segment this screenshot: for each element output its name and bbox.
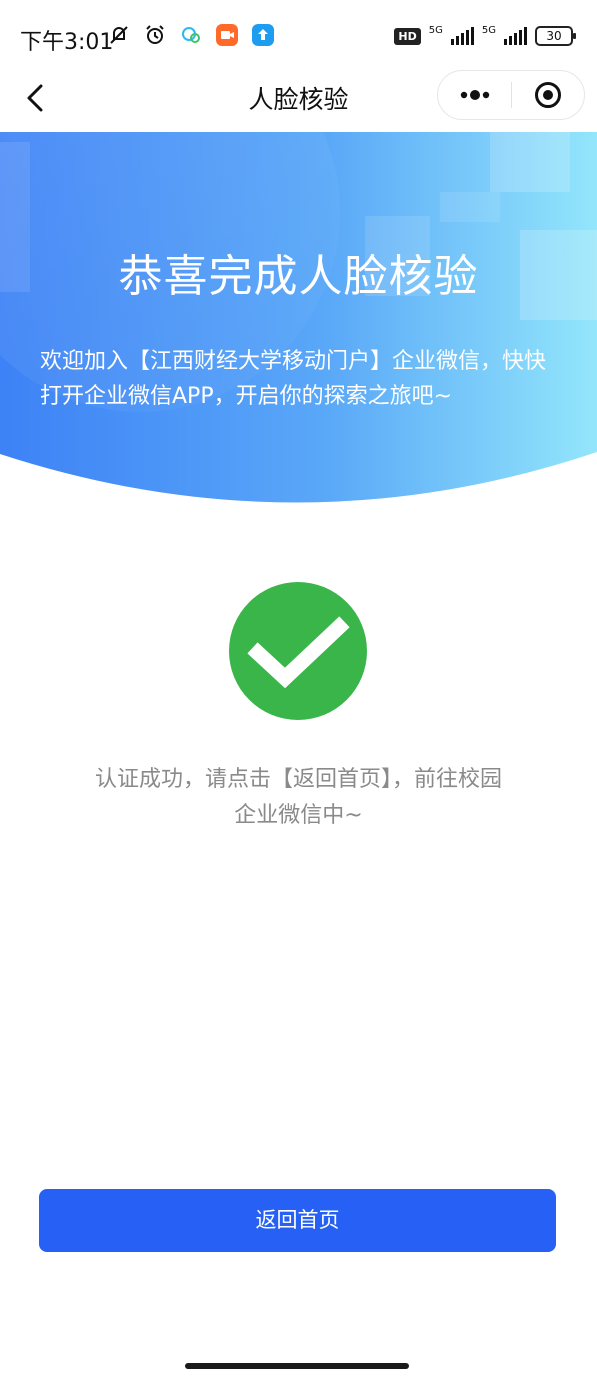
- checkmark-icon: [229, 582, 367, 720]
- status-time: 下午3:01: [20, 30, 114, 55]
- home-indicator[interactable]: [185, 1363, 409, 1369]
- upload-app-icon: [252, 24, 274, 46]
- signal-icon: [450, 27, 474, 45]
- hd-badge: HD: [394, 27, 421, 45]
- success-message-line2: 企业微信中~: [234, 803, 363, 828]
- hero-background: [0, 132, 597, 503]
- navigation-bar: 人脸核验: [0, 70, 597, 132]
- success-badge: [229, 582, 367, 720]
- back-home-button[interactable]: 返回首页: [39, 1189, 556, 1252]
- chat-app-icon: [180, 24, 202, 46]
- status-left-icons: [108, 24, 274, 46]
- network-label-2: 5G: [481, 24, 496, 36]
- hero-banner: 恭喜完成人脸核验 欢迎加入【江西财经大学移动门户】企业微信，快快打开企业微信AP…: [0, 132, 597, 518]
- more-icon: [460, 90, 490, 100]
- alarm-icon: [144, 24, 166, 46]
- close-button[interactable]: [512, 71, 584, 119]
- status-bar: 下午3:01 HD 5G 5G 30: [0, 0, 597, 76]
- battery-icon: 30: [535, 26, 576, 46]
- signal-icon-2: [504, 27, 527, 45]
- more-button[interactable]: [438, 71, 510, 119]
- status-right: HD 5G 5G 30: [394, 24, 576, 46]
- mute-icon: [108, 24, 130, 46]
- close-target-icon: [535, 82, 561, 108]
- success-message-line1: 认证成功，请点击【返回首页】，前往校园: [94, 767, 502, 792]
- video-app-icon: [216, 24, 238, 46]
- network-label-1: 5G: [428, 24, 443, 36]
- hero-description: 欢迎加入【江西财经大学移动门户】企业微信，快快打开企业微信APP，开启你的探索之…: [40, 349, 547, 409]
- hero-title: 恭喜完成人脸核验: [118, 251, 479, 302]
- miniprogram-capsule: [437, 70, 585, 120]
- success-message: 认证成功，请点击【返回首页】，前往校园 企业微信中~: [60, 762, 537, 834]
